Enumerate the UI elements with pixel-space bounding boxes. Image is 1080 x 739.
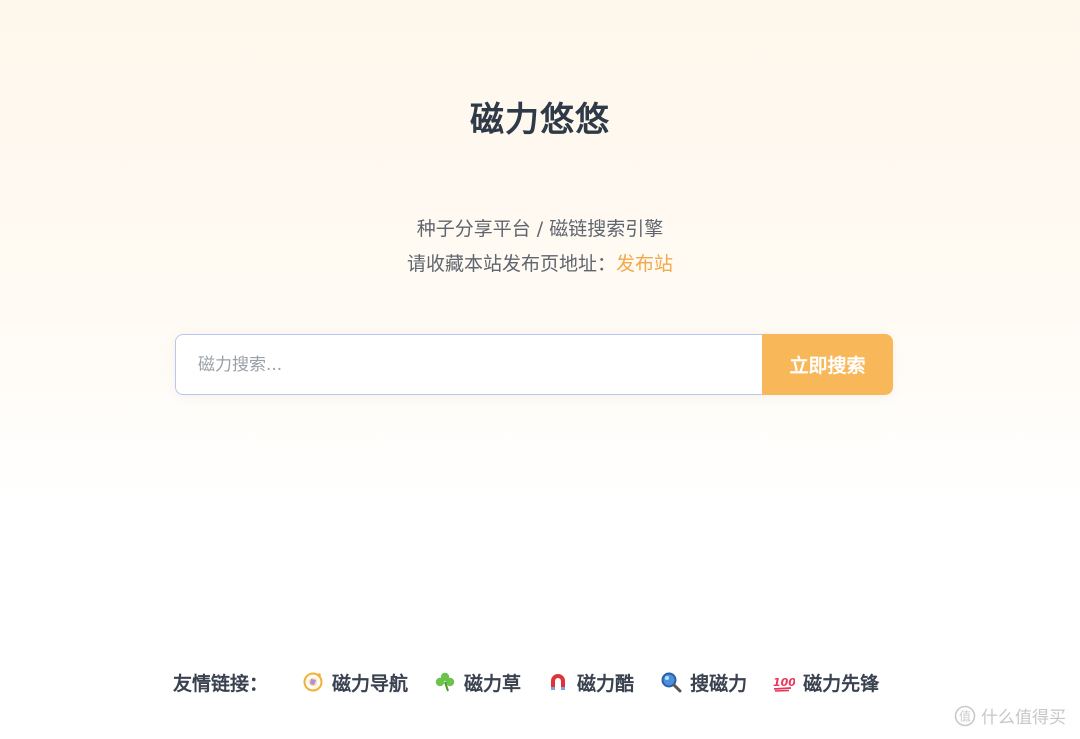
page: 磁力悠悠 种子分享平台 / 磁链搜索引擎 请收藏本站发布页地址：发布站 立即搜索… (0, 0, 1080, 739)
friend-link-label: 搜磁力 (690, 672, 748, 695)
friend-link-sou-cili[interactable]: 搜磁力 (660, 669, 747, 696)
watermark: 值 什么值得买 (954, 703, 1066, 728)
friend-link-cili-cao[interactable]: 磁力草 (434, 669, 521, 696)
notice-text: 请收藏本站发布页地址： (406, 253, 616, 275)
search-button[interactable]: 立即搜索 (762, 334, 893, 395)
friend-link-label: 磁力先锋 (803, 672, 880, 695)
friend-link-cili-ku[interactable]: 磁力酷 (547, 669, 634, 696)
watermark-text: 什么值得买 (981, 708, 1066, 728)
search-input[interactable] (175, 334, 762, 395)
tagline: 种子分享平台 / 磁链搜索引擎 (416, 218, 664, 240)
watermark-logo-icon: 值 (954, 705, 976, 726)
friend-links-label: 友情链接： (173, 672, 269, 695)
svg-text:100: 100 (773, 676, 795, 689)
friend-link-label: 磁力导航 (332, 672, 409, 695)
clover-icon (435, 672, 455, 692)
friend-link-cili-daohang[interactable]: 磁力导航 (302, 669, 408, 696)
publish-notice: 请收藏本站发布页地址：发布站 (0, 250, 1080, 278)
magnet-icon (551, 674, 566, 690)
friend-link-label: 磁力草 (464, 672, 522, 695)
hundred-icon: 100 (773, 676, 795, 692)
search-box: 立即搜索 (175, 334, 893, 395)
publish-site-link[interactable]: 发布站 (616, 253, 673, 275)
site-title: 磁力悠悠 (470, 100, 610, 140)
compass-icon (303, 672, 323, 692)
magnifier-icon (661, 672, 682, 693)
svg-text:值: 值 (959, 708, 971, 723)
friend-link-cili-xianfeng[interactable]: 100 磁力先锋 (773, 669, 879, 696)
friend-link-label: 磁力酷 (577, 672, 635, 695)
friend-links: 友情链接： 磁力导航 磁力草 磁力酷 搜磁力 100 磁力先锋 (173, 666, 905, 698)
